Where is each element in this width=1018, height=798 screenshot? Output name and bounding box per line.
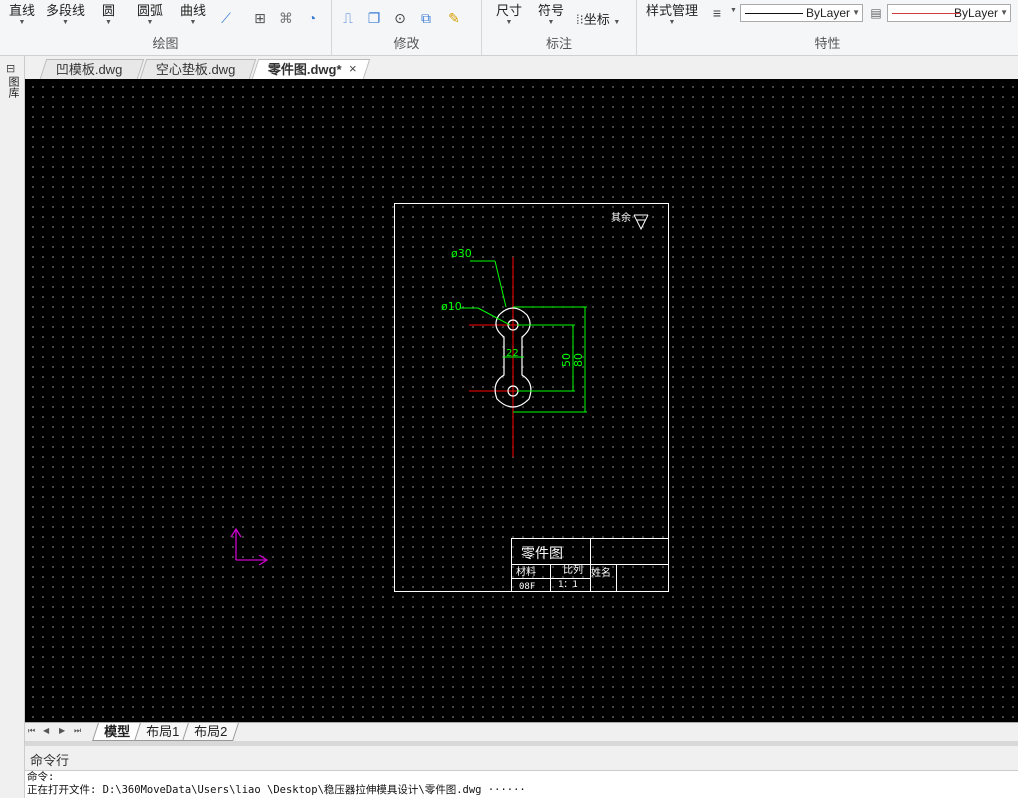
command-line-2: 正在打开文件: D:\360MoveData\Users\liao \Deskt… <box>27 784 526 796</box>
wipeout-icon[interactable]: ◔ <box>304 10 320 26</box>
modify-group-title: 修改 <box>393 36 420 51</box>
stretch-icon[interactable]: ⎍ <box>340 10 356 26</box>
previous-layout-icon[interactable]: ◀ <box>43 726 49 735</box>
circle-button[interactable]: 圆 ▼ <box>102 0 115 27</box>
annotate-group-title: 标注 <box>545 36 572 51</box>
title-block-material-label: 材料 <box>516 565 536 578</box>
properties-group: 样式管理 ▼ ≡ ▼ ByLayer ▼ ▤ ByLayer ▼ 特性 <box>637 0 1018 56</box>
cad-application: 直线 ▼ 多段线 ▼ 圆 ▼ 圆弧 ▼ 曲线 ▼ ⟋ ⊞ ⌘ ◔ 绘图 ⎍ ❐ ⊙ ⧉ ✎… <box>0 0 1018 798</box>
chevron-down-icon: ▼ <box>18 19 26 26</box>
roughness-note: 其余 <box>611 211 631 224</box>
chevron-down-icon: ▼ <box>730 7 737 14</box>
array-icon[interactable]: ⧉ <box>418 10 434 26</box>
palette-icon[interactable]: ⊟ <box>6 62 15 75</box>
style-manager-label: 样式管理 <box>646 3 699 18</box>
coordinate-label: 坐标 <box>583 12 610 27</box>
title-block-scale-value: 1：1 <box>558 580 578 590</box>
dim-width-22: 22 <box>506 348 519 359</box>
polyline-label: 多段线 <box>46 3 86 18</box>
chevron-down-icon: ▼ <box>613 19 621 26</box>
chevron-down-icon: ▼ <box>105 19 112 26</box>
linetype-value: ByLayer <box>805 6 850 20</box>
chevron-down-icon: ▼ <box>1000 8 1008 17</box>
annotate-group: 尺寸 ▼ 符号 ▼ ⁞⁝坐标 ▼ 标注 <box>482 0 637 56</box>
curve-button[interactable]: 曲线 ▼ <box>180 0 206 27</box>
ucs-axis-icon <box>230 527 269 566</box>
tool-palette-strip: ⊟ 图库 <box>0 56 25 798</box>
command-line-1: 命令: <box>27 771 55 783</box>
document-tabs: 凹模板.dwg 空心垫板.dwg 零件图.dwg* × <box>25 56 1018 79</box>
roughness-symbol-icon <box>633 214 649 231</box>
title-block-name: 零件图 <box>521 546 563 562</box>
command-header: 命令行 <box>25 746 1018 770</box>
ribbon: 直线 ▼ 多段线 ▼ 圆 ▼ 圆弧 ▼ 曲线 ▼ ⟋ ⊞ ⌘ ◔ 绘图 ⎍ ❐ ⊙ ⧉ ✎… <box>0 0 1018 56</box>
layout-tab-label: 布局2 <box>194 724 228 739</box>
drawing-canvas[interactable]: 其余 ø30 ø10 22 50 80 零件图 材料 比列 姓名 08F 1：1 <box>25 79 1018 722</box>
style-manager-button[interactable]: 样式管理 ▼ <box>646 0 698 27</box>
ray-line-icon[interactable]: ⟋ <box>218 10 234 26</box>
draw-group-title: 绘图 <box>152 36 179 51</box>
circle-label: 圆 <box>102 3 116 18</box>
layout-tab-layout2[interactable]: 布局2 <box>182 723 240 741</box>
last-layout-icon[interactable]: ⏭ <box>74 726 81 736</box>
edit-icon[interactable]: ✎ <box>446 10 462 26</box>
command-history[interactable]: 命令: 正在打开文件: D:\360MoveData\Users\liao \D… <box>25 770 1018 798</box>
next-layout-icon[interactable]: ▶ <box>59 726 65 735</box>
chevron-down-icon: ▼ <box>547 19 555 26</box>
chevron-down-icon: ▼ <box>146 19 154 26</box>
coordinate-icon: ⁞⁝ <box>576 12 584 27</box>
draw-group: 直线 ▼ 多段线 ▼ 圆 ▼ 圆弧 ▼ 曲线 ▼ ⟋ ⊞ ⌘ ◔ 绘图 <box>0 0 332 56</box>
dimension-label: 尺寸 <box>496 3 523 18</box>
color-select[interactable]: ByLayer ▼ <box>887 4 1011 22</box>
dimension-button[interactable]: 尺寸 ▼ <box>496 0 522 27</box>
coordinate-button[interactable]: ⁞⁝坐标 ▼ <box>576 9 620 28</box>
chevron-down-icon: ▼ <box>62 19 69 26</box>
region-icon[interactable]: ⌘ <box>278 10 294 26</box>
polyline-button[interactable]: 多段线 ▼ <box>46 0 85 27</box>
properties-group-title: 特性 <box>814 36 841 51</box>
library-tab[interactable]: 图库 <box>5 76 19 98</box>
title-block-name-label: 姓名 <box>591 566 611 579</box>
layout-tab-label: 布局1 <box>146 724 180 739</box>
first-layout-icon[interactable]: ⏮ <box>28 726 35 736</box>
line-button[interactable]: 直线 ▼ <box>9 0 35 27</box>
arc-label: 圆弧 <box>137 3 164 18</box>
curve-label: 曲线 <box>180 3 207 18</box>
chevron-down-icon: ▼ <box>505 19 513 26</box>
dim-diameter-30: ø30 <box>451 247 472 260</box>
doc-tab-concave-die[interactable]: 凹模板.dwg <box>39 59 145 79</box>
arc-button[interactable]: 圆弧 ▼ <box>137 0 163 27</box>
chevron-down-icon: ▼ <box>189 19 197 26</box>
sheet-border <box>394 203 669 592</box>
doc-tab-label: 空心垫板.dwg <box>155 62 236 77</box>
drawing-svg: 其余 ø30 ø10 22 50 80 零件图 材料 比列 姓名 08F 1：1 <box>230 203 669 592</box>
linetype-sample <box>745 13 803 14</box>
symbol-label: 符号 <box>538 3 565 18</box>
doc-tab-label: 零件图.dwg* <box>267 62 342 77</box>
title-block-scale-label: 比列 <box>563 563 583 576</box>
linetype-select[interactable]: ByLayer ▼ <box>740 4 863 22</box>
layout-tab-label: 模型 <box>104 724 131 739</box>
close-icon[interactable]: × <box>349 61 357 76</box>
copy-icon[interactable]: ❐ <box>366 10 382 26</box>
command-title: 命令行 <box>30 753 70 768</box>
modify-group: ⎍ ❐ ⊙ ⧉ ✎ 修改 <box>332 0 482 56</box>
symbol-button[interactable]: 符号 ▼ <box>538 0 564 27</box>
line-label: 直线 <box>9 3 36 18</box>
rotate-icon[interactable]: ⊙ <box>392 10 408 26</box>
dim-length-80: 80 <box>572 353 585 367</box>
chevron-down-icon: ▼ <box>852 8 860 17</box>
linetype-scale-icon[interactable]: ▤ <box>868 5 884 21</box>
color-value: ByLayer <box>953 6 998 20</box>
chevron-down-icon: ▼ <box>668 19 676 26</box>
doc-tab-hollow-pad[interactable]: 空心垫板.dwg <box>139 59 257 79</box>
color-sample <box>892 13 960 14</box>
layout-tabs-bar: ⏮ ◀ ▶ ⏭ 模型 布局1 布局2 <box>25 722 1018 741</box>
lineweight-icon[interactable]: ≡ <box>709 5 725 21</box>
dim-diameter-10: ø10 <box>441 300 462 313</box>
title-block-material-value: 08F <box>519 582 535 592</box>
doc-tab-label: 凹模板.dwg <box>55 62 123 77</box>
hatch-icon[interactable]: ⊞ <box>252 10 268 26</box>
